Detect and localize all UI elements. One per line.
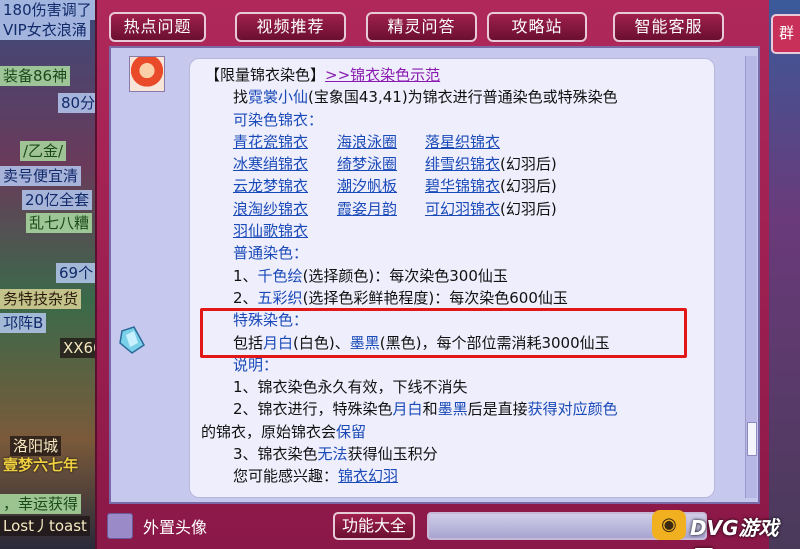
chat-line: 务特技杂货 bbox=[0, 289, 82, 309]
line-text: 2、锦衣进行，特殊染色 bbox=[233, 400, 393, 419]
chat-line: 邛阵B bbox=[0, 313, 47, 333]
tab-bar: 热点问题 视频推荐 精灵问答 攻略站 智能客服 bbox=[97, 6, 771, 46]
chat-line: Lost丿toast bbox=[0, 516, 90, 536]
intro-text: (宝象国43,41)为锦衣进行普通染色或特殊染色 bbox=[308, 88, 618, 107]
group-tab[interactable]: 群 bbox=[771, 14, 800, 54]
chat-line: /乙金/ bbox=[20, 141, 67, 161]
external-avatar-label: 外置头像 bbox=[143, 518, 208, 537]
wizard-avatar bbox=[129, 56, 165, 92]
normal-dye-line: 2、五彩织(选择色彩鲜艳程度)：每次染色600仙玉 bbox=[205, 287, 725, 309]
outfit-link[interactable]: 碧华锦锦衣 bbox=[425, 175, 500, 197]
dye-color: 月白 bbox=[392, 400, 423, 419]
dyeable-row: 羽仙歌锦衣 bbox=[205, 220, 725, 242]
outfit-link[interactable]: 霞姿月韵 bbox=[337, 198, 425, 220]
chat-line: 180伤害调了 bbox=[0, 0, 95, 20]
line-text: 您可能感兴趣： bbox=[233, 467, 339, 486]
outfit-link[interactable]: 云龙梦锦衣 bbox=[233, 175, 337, 197]
chat-line: 洛阳城 bbox=[10, 436, 62, 456]
line-text: 和 bbox=[422, 400, 438, 419]
line-text: 1、 bbox=[233, 266, 258, 285]
interest-link[interactable]: 锦衣幻羽 bbox=[338, 467, 398, 485]
outfit-link[interactable]: 绯雪织锦衣 bbox=[425, 153, 500, 175]
line-text: 后是直接 bbox=[467, 400, 528, 419]
outfit-link[interactable]: 海浪泳圈 bbox=[337, 131, 425, 153]
function-menu-button[interactable]: 功能大全 bbox=[333, 512, 415, 540]
line-text: (选择色彩鲜艳程度)：每次染色600仙玉 bbox=[302, 288, 568, 307]
chat-line: 80分 bbox=[58, 93, 95, 113]
scrollbar[interactable] bbox=[745, 56, 757, 498]
site-watermark: ◉ DVG游戏网 bbox=[646, 506, 796, 549]
line-text: (选择颜色)：每次染色300仙玉 bbox=[302, 266, 508, 285]
dyeable-row: 浪淘纱锦衣 霞姿月韵 可幻羽锦衣(幻羽后) bbox=[205, 198, 725, 220]
tab-strategy-site[interactable]: 攻略站 bbox=[487, 12, 587, 42]
answer-text: 【限量锦衣染色】>>锦衣染色示范 找霓裳小仙(宝象国43,41)为锦衣进行普通染… bbox=[201, 64, 725, 488]
outfit-link[interactable]: 冰寒绡锦衣 bbox=[233, 153, 337, 175]
right-side-panel: 群 bbox=[769, 0, 800, 549]
intro-text: 找 bbox=[233, 88, 249, 107]
outfit-link[interactable]: 可幻羽锦衣 bbox=[425, 198, 500, 220]
chat-line: VIP女衣浪涌 bbox=[0, 20, 90, 40]
emphasis-text: 无法 bbox=[317, 445, 348, 464]
highlight-box bbox=[200, 308, 687, 358]
interest-line: 您可能感兴趣：锦衣幻羽 bbox=[205, 465, 725, 487]
dyeable-header: 可染色锦衣： bbox=[233, 110, 324, 129]
chat-line: 20亿全套 bbox=[22, 190, 93, 210]
intro-line: 找霓裳小仙(宝象国43,41)为锦衣进行普通染色或特殊染色 bbox=[205, 86, 725, 108]
chat-line: ，幸运获得 bbox=[0, 494, 82, 514]
outfit-link[interactable]: 浪淘纱锦衣 bbox=[233, 198, 337, 220]
answer-title-line: 【限量锦衣染色】>>锦衣染色示范 bbox=[205, 64, 725, 86]
line-text: 的锦衣，原始锦衣会 bbox=[201, 422, 337, 441]
dyeable-row: 冰寒绡锦衣 绮梦泳圈 绯雪织锦衣(幻羽后) bbox=[205, 153, 725, 175]
chat-line: 装备86神 bbox=[0, 66, 71, 86]
tab-video-recommend[interactable]: 视频推荐 bbox=[235, 12, 346, 42]
line-text: 3、锦衣染色 bbox=[233, 445, 318, 464]
tab-wizard-qa[interactable]: 精灵问答 bbox=[366, 12, 477, 42]
npc-name: 霓裳小仙 bbox=[248, 88, 309, 107]
note-line: 3、锦衣染色无法获得仙玉积分 bbox=[205, 443, 725, 465]
chat-line: XX60 bbox=[60, 338, 95, 358]
gamepad-icon: ◉ bbox=[652, 510, 686, 540]
outfit-link[interactable]: 落星织锦衣 bbox=[425, 131, 500, 153]
note-line: 2、锦衣进行，特殊染色月白和墨黑后是直接获得对应颜色 bbox=[205, 398, 725, 420]
outfit-note: (幻羽后) bbox=[500, 155, 557, 174]
tab-smart-support[interactable]: 智能客服 bbox=[613, 12, 724, 42]
outfit-note: (幻羽后) bbox=[500, 199, 557, 218]
dyeable-row: 云龙梦锦衣 潮汐帆板 碧华锦锦衣(幻羽后) bbox=[205, 175, 725, 197]
chat-line: 69个 bbox=[56, 263, 95, 283]
normal-dye-header: 普通染色： bbox=[233, 244, 309, 263]
outfit-note: (幻羽后) bbox=[500, 177, 557, 196]
dye-item: 千色绘 bbox=[257, 266, 303, 285]
line-text: 2、 bbox=[233, 288, 258, 307]
note-line: 1、锦衣染色永久有效，下线不消失 bbox=[233, 378, 468, 397]
emphasis-text: 获得对应颜色 bbox=[527, 400, 618, 419]
dye-color: 墨黑 bbox=[437, 400, 468, 419]
note-line: 的锦衣，原始锦衣会保留 bbox=[201, 421, 725, 443]
dye-item: 五彩织 bbox=[257, 288, 303, 307]
dye-demo-link[interactable]: >>锦衣染色示范 bbox=[325, 66, 440, 84]
outfit-link[interactable]: 羽仙歌锦衣 bbox=[233, 220, 308, 242]
emphasis-text: 保留 bbox=[336, 422, 367, 441]
chat-line: 卖号便宜清 bbox=[0, 166, 82, 186]
outfit-link[interactable]: 青花瓷锦衣 bbox=[233, 131, 337, 153]
answer-title: 【限量锦衣染色】 bbox=[205, 66, 326, 84]
scrollbar-thumb[interactable] bbox=[747, 422, 757, 456]
normal-dye-line: 1、千色绘(选择颜色)：每次染色300仙玉 bbox=[205, 265, 725, 287]
watermark-text: DVG游戏网 bbox=[690, 516, 779, 549]
outfit-link[interactable]: 绮梦泳圈 bbox=[337, 153, 425, 175]
external-avatar-checkbox[interactable] bbox=[107, 513, 133, 539]
chat-line: 乱七八糟 bbox=[26, 213, 93, 233]
outfit-link[interactable]: 潮汐帆板 bbox=[337, 175, 425, 197]
dyeable-row: 青花瓷锦衣 海浪泳圈 落星织锦衣 bbox=[205, 131, 725, 153]
line-text: 获得仙玉积分 bbox=[347, 445, 438, 464]
tab-hot-questions[interactable]: 热点问题 bbox=[109, 12, 206, 42]
chat-line: 壹梦六七年 bbox=[3, 456, 79, 474]
game-chat-strip: 180伤害调了 VIP女衣浪涌 装备86神 80分 /乙金/ 卖号便宜清 20亿… bbox=[0, 0, 95, 549]
crystal-icon bbox=[119, 326, 145, 354]
